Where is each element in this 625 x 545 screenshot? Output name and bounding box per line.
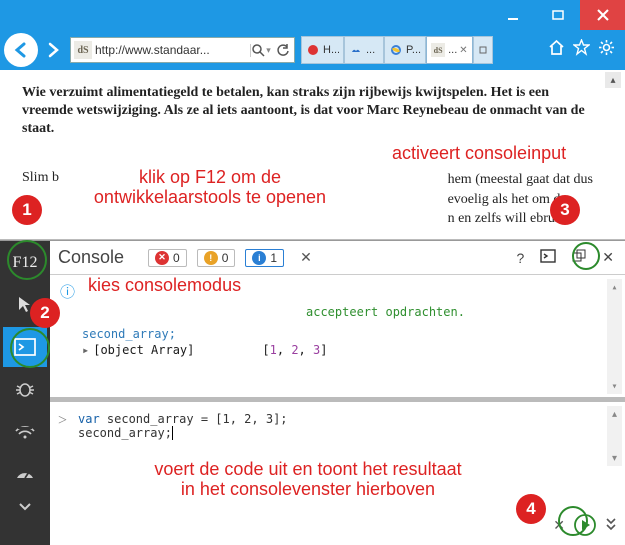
scroll-up-icon[interactable]: ▴	[607, 279, 622, 295]
expand-input-button[interactable]	[605, 517, 617, 534]
navbar-right-icons	[542, 39, 621, 61]
tools-button[interactable]	[598, 39, 615, 61]
back-arrow-icon	[11, 40, 31, 60]
devtools-network-button[interactable]	[3, 411, 47, 451]
console-result-row[interactable]: ▸ [object Array] [1, 2, 3]	[82, 343, 327, 357]
tab-label: H...	[323, 44, 339, 56]
close-icon	[597, 9, 609, 21]
error-icon: ✕	[155, 251, 169, 265]
annotation-badge-2: 2	[30, 298, 60, 328]
console-line: second_array;	[82, 327, 176, 341]
info-count: 1	[270, 251, 277, 265]
input-scrollbar[interactable]: ▴ ▾	[607, 406, 622, 466]
warning-count-badge[interactable]: !0	[197, 249, 236, 267]
tab-close-icon[interactable]: ✕	[459, 45, 467, 56]
home-button[interactable]	[548, 39, 565, 61]
devtools-debugger-button[interactable]	[3, 369, 47, 409]
annotation-badge-4: 4	[516, 494, 546, 524]
browser-tab-active[interactable]: dS ... ✕	[426, 36, 473, 64]
window-titlebar	[0, 0, 625, 30]
article-fragment-left: Slim b	[22, 170, 59, 186]
site-favicon: dS	[74, 41, 92, 59]
tab-icon	[349, 43, 363, 57]
browser-tab[interactable]: H...	[301, 36, 344, 64]
back-button[interactable]	[4, 33, 38, 67]
gauge-icon	[14, 463, 36, 483]
gear-icon	[598, 39, 615, 56]
devtools-ui-responsiveness-button[interactable]	[3, 453, 47, 493]
page-scroll-up[interactable]: ▴	[605, 72, 621, 88]
console-scrollbar[interactable]: ▴ ▾	[607, 279, 622, 394]
scroll-down-icon[interactable]: ▾	[607, 378, 622, 394]
forward-button[interactable]	[40, 33, 68, 67]
address-bar[interactable]: dS ▾	[70, 37, 295, 63]
page-content: ▴ Wie verzuimt alimentatiegeld te betale…	[0, 70, 625, 240]
chevrons-down-icon	[605, 517, 617, 531]
article-lead: Wie verzuimt alimentatiegeld te betalen,…	[22, 84, 603, 138]
highlight-ring-2	[10, 328, 50, 368]
browser-navbar: dS ▾ H... ... P... dS ... ✕	[0, 30, 625, 70]
minimize-icon	[507, 9, 519, 21]
new-tab-icon	[478, 45, 488, 55]
info-icon: i	[252, 251, 266, 265]
window-minimize-button[interactable]	[490, 0, 535, 30]
console-input-code[interactable]: var second_array = [1, 2, 3]; second_arr…	[78, 412, 288, 440]
annotation-badge-1: 1	[12, 195, 42, 225]
scroll-up-icon[interactable]: ▴	[607, 406, 622, 422]
devtools-more-button[interactable]	[3, 495, 47, 519]
error-count: 0	[173, 251, 180, 265]
wifi-icon	[14, 421, 36, 441]
help-button[interactable]: ?	[513, 250, 527, 266]
browser-tabs: H... ... P... dS ... ✕	[301, 36, 540, 64]
console-toolbar: Console ✕0 !0 i1 ✕ ? ✕	[50, 241, 625, 275]
devtools-sidebar: F12	[0, 241, 50, 545]
home-icon	[548, 39, 565, 56]
tab-label: ...	[448, 44, 457, 56]
tab-label: ...	[366, 44, 375, 56]
console-input-icon	[540, 249, 556, 263]
url-input[interactable]	[95, 38, 250, 62]
tab-icon: dS	[431, 43, 445, 57]
highlight-ring-1	[7, 240, 47, 280]
search-icon	[252, 44, 265, 57]
clear-filters-button[interactable]: ✕	[300, 249, 312, 266]
array-values: [1, 2, 3]	[262, 343, 327, 357]
refresh-button[interactable]	[272, 43, 294, 57]
console-input-area[interactable]: > var second_array = [1, 2, 3]; second_a…	[50, 397, 625, 545]
console-title: Console	[58, 247, 124, 268]
expand-arrow-icon[interactable]: ▸	[82, 343, 89, 357]
warning-count: 0	[222, 251, 229, 265]
warning-icon: !	[204, 251, 218, 265]
prompt-icon: >	[58, 412, 67, 430]
tab-label: P...	[406, 44, 421, 56]
window-close-button[interactable]	[580, 0, 625, 30]
new-tab-button[interactable]	[473, 36, 493, 64]
info-count-badge[interactable]: i1	[245, 249, 284, 267]
annotation-badge-3: 3	[550, 195, 580, 225]
tab-icon	[306, 43, 320, 57]
favorites-button[interactable]	[573, 39, 590, 61]
error-count-badge[interactable]: ✕0	[148, 249, 187, 267]
star-icon	[573, 39, 590, 56]
highlight-ring-3	[572, 242, 600, 270]
window-maximize-button[interactable]	[535, 0, 580, 30]
browser-tab[interactable]: ...	[344, 36, 384, 64]
search-button[interactable]: ▾	[250, 44, 272, 57]
bug-icon	[14, 378, 36, 400]
chevron-down-icon	[18, 501, 32, 513]
info-glyph-icon: ⓘ	[60, 281, 75, 302]
console-status-text: accepteert opdrachten.	[306, 305, 465, 319]
devtools-close-button[interactable]: ✕	[599, 249, 617, 266]
forward-arrow-icon	[45, 41, 63, 59]
scroll-down-icon[interactable]: ▾	[607, 450, 622, 466]
tab-icon	[389, 43, 403, 57]
console-input-toggle[interactable]	[537, 249, 559, 266]
object-label: [object Array]	[93, 343, 194, 357]
highlight-ring-4	[558, 506, 588, 536]
browser-tab[interactable]: P...	[384, 36, 426, 64]
maximize-icon	[552, 9, 564, 21]
refresh-icon	[276, 43, 290, 57]
console-output[interactable]: ⓘ accepteert opdrachten. second_array; ▸…	[50, 275, 625, 397]
